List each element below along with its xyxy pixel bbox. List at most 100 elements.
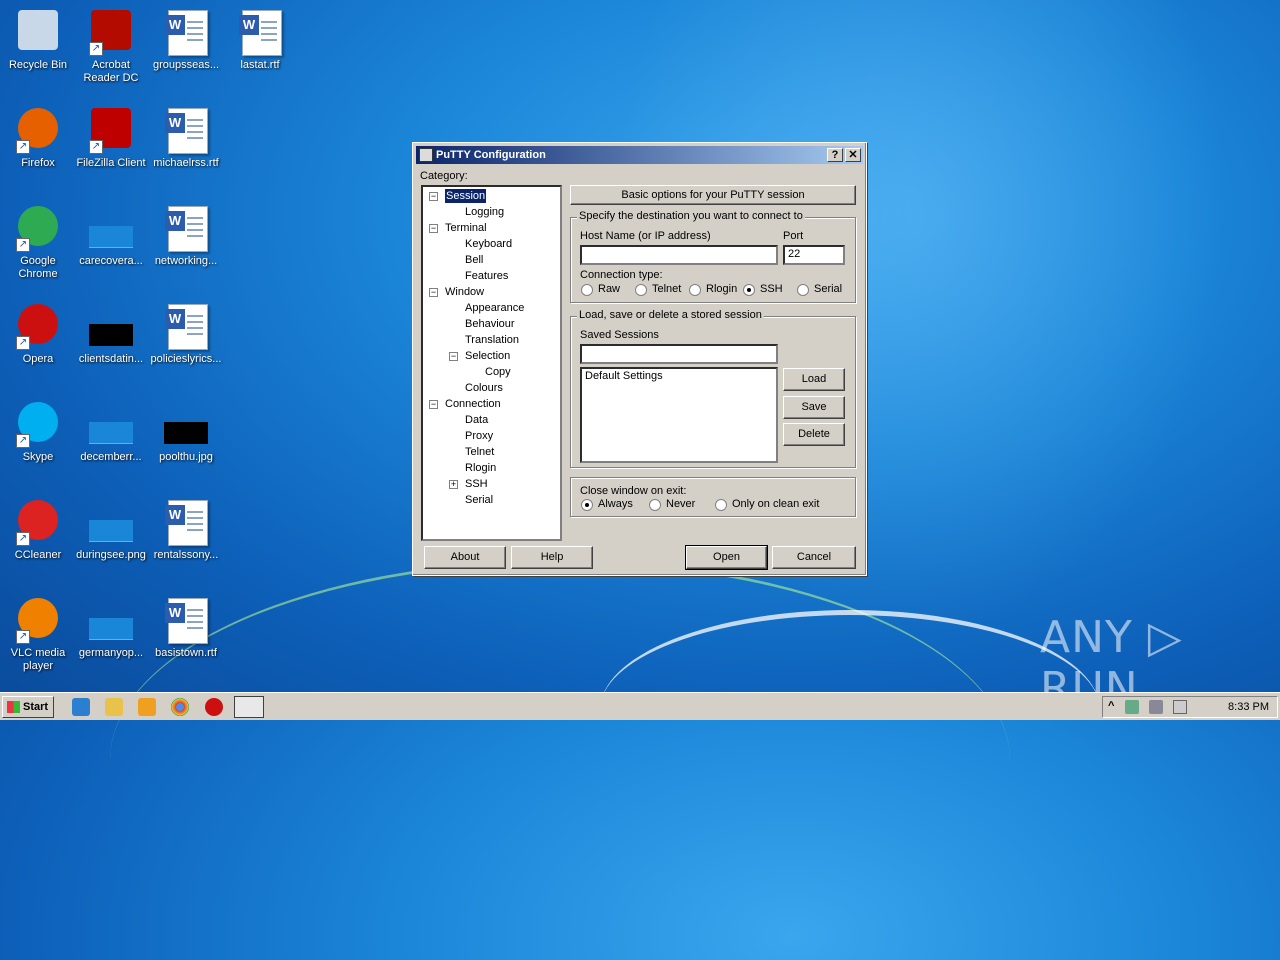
ie-icon[interactable] — [72, 698, 90, 716]
explorer-icon[interactable] — [105, 698, 123, 716]
desktop-icon[interactable]: decemberr... — [73, 400, 149, 464]
opera-taskbar-icon[interactable] — [205, 698, 223, 716]
desktop-icon[interactable]: Wmichaelrss.rtf — [148, 106, 224, 170]
desktop-icon[interactable]: clientsdatin... — [73, 302, 149, 366]
conn-type-radio-label[interactable]: Serial — [814, 283, 842, 295]
tree-expander-icon[interactable]: − — [429, 400, 438, 409]
volume-icon[interactable] — [1149, 700, 1163, 714]
close-exit-radio-always[interactable] — [581, 499, 593, 511]
recycle-bin-icon — [14, 8, 62, 56]
desktop-icon[interactable]: ↗ FileZilla Client — [73, 106, 149, 170]
conn-type-radio-telnet[interactable] — [635, 284, 647, 296]
category-tree[interactable]: − Session Logging − Terminal Keyboard Bell Feat… — [421, 185, 562, 541]
delete-button[interactable]: Delete — [783, 423, 845, 446]
conn-type-radio-label[interactable]: Telnet — [652, 283, 681, 295]
desktop-icon[interactable]: Wlastat.rtf — [222, 8, 298, 72]
desktop-icon[interactable]: ↗ Opera — [0, 302, 76, 366]
conn-type-radio-raw[interactable] — [581, 284, 593, 296]
tree-item-window[interactable]: Window — [445, 285, 484, 299]
tree-item-connection[interactable]: Connection — [445, 397, 501, 411]
close-icon[interactable]: ✕ — [845, 148, 861, 162]
tray-expand-icon[interactable]: ^ — [1108, 700, 1114, 712]
desktop-icon[interactable]: ↗ VLC media player — [0, 596, 76, 673]
network-icon[interactable] — [1125, 700, 1139, 714]
media-player-icon[interactable] — [138, 698, 156, 716]
tree-item-rlogin[interactable]: Rlogin — [465, 461, 496, 475]
tree-expander-icon[interactable]: − — [449, 352, 458, 361]
desktop-icon[interactable]: Wgroupsseas... — [148, 8, 224, 72]
tree-item-keyboard[interactable]: Keyboard — [465, 237, 512, 251]
conn-type-radio-label[interactable]: Raw — [598, 283, 620, 295]
conn-type-radio-label[interactable]: SSH — [760, 283, 783, 295]
desktop-icon-label: lastat.rtf — [240, 59, 280, 71]
close-on-exit-label: Close window on exit: — [580, 485, 687, 497]
tree-item-selection[interactable]: Selection — [465, 349, 510, 363]
load-button[interactable]: Load — [783, 368, 845, 391]
desktop-icon[interactable]: Wnetworking... — [148, 204, 224, 268]
tree-item-serial[interactable]: Serial — [465, 493, 493, 507]
action-center-flag-icon[interactable] — [1173, 700, 1187, 714]
desktop-icon[interactable]: Wpolicieslyrics... — [148, 302, 224, 366]
help-icon[interactable]: ? — [827, 148, 843, 162]
tree-item-logging[interactable]: Logging — [465, 205, 504, 219]
desktop-icon[interactable]: poolthu.jpg — [148, 400, 224, 464]
close-exit-radio-never[interactable] — [649, 499, 661, 511]
desktop-icon[interactable]: ↗ Skype — [0, 400, 76, 464]
desktop-icon[interactable]: Recycle Bin — [0, 8, 76, 72]
tree-expander-icon[interactable]: − — [429, 192, 438, 201]
title-bar[interactable]: PuTTY Configuration ? ✕ — [416, 146, 863, 164]
saved-sessions-input[interactable] — [580, 344, 778, 364]
desktop-icon[interactable]: ↗ CCleaner — [0, 498, 76, 562]
desktop-icon-label: Skype — [22, 451, 54, 463]
desktop-icon[interactable]: duringsee.png — [73, 498, 149, 562]
close-exit-radio-label[interactable]: Always — [598, 498, 633, 510]
host-name-input[interactable] — [580, 245, 778, 265]
about-button[interactable]: About — [424, 546, 506, 569]
conn-type-radio-rlogin[interactable] — [689, 284, 701, 296]
tree-item-appearance[interactable]: Appearance — [465, 301, 524, 315]
desktop-icon[interactable]: ↗ Google Chrome — [0, 204, 76, 281]
help-button[interactable]: Help — [511, 546, 593, 569]
tree-item-data[interactable]: Data — [465, 413, 488, 427]
port-input[interactable]: 22 — [783, 245, 845, 265]
tree-item-colours[interactable]: Colours — [465, 381, 503, 395]
tree-item-translation[interactable]: Translation — [465, 333, 519, 347]
tree-item-features[interactable]: Features — [465, 269, 508, 283]
tree-item-terminal[interactable]: Terminal — [445, 221, 487, 235]
conn-type-radio-ssh[interactable] — [743, 284, 755, 296]
conn-type-radio-label[interactable]: Rlogin — [706, 283, 737, 295]
word-doc-icon: W — [162, 204, 210, 252]
close-exit-radio-label[interactable]: Only on clean exit — [732, 498, 819, 510]
save-button[interactable]: Save — [783, 396, 845, 419]
cancel-button[interactable]: Cancel — [772, 546, 856, 569]
tree-item-ssh[interactable]: SSH — [465, 477, 488, 491]
tree-item-session[interactable]: Session — [445, 189, 487, 203]
tree-expander-icon[interactable]: + — [449, 480, 458, 489]
close-exit-radio-label[interactable]: Never — [666, 498, 695, 510]
tree-item-proxy[interactable]: Proxy — [465, 429, 493, 443]
open-button[interactable]: Open — [685, 545, 768, 570]
tree-item-telnet[interactable]: Telnet — [465, 445, 494, 459]
desktop-icon[interactable]: ↗ Acrobat Reader DC — [73, 8, 149, 85]
tree-item-bell[interactable]: Bell — [465, 253, 483, 267]
desktop-icon-label: decemberr... — [80, 451, 142, 463]
session-item-default[interactable]: Default Settings — [585, 370, 773, 382]
desktop-icon[interactable]: Wbasistown.rtf — [148, 596, 224, 660]
tree-item-copy[interactable]: Copy — [485, 365, 511, 379]
start-button[interactable]: Start — [2, 696, 54, 718]
desktop-icon[interactable]: carecovera... — [73, 204, 149, 268]
chrome-taskbar-icon[interactable] — [171, 698, 189, 716]
tree-expander-icon[interactable]: − — [429, 288, 438, 297]
tree-expander-icon[interactable]: − — [429, 224, 438, 233]
sessions-list[interactable]: Default Settings — [580, 367, 778, 463]
shortcut-arrow-icon: ↗ — [16, 336, 30, 350]
connection-type-label: Connection type: — [580, 269, 663, 281]
conn-type-radio-serial[interactable] — [797, 284, 809, 296]
desktop-icon[interactable]: germanyop... — [73, 596, 149, 660]
close-exit-radio-only-on-clean-exit[interactable] — [715, 499, 727, 511]
desktop-icon[interactable]: ↗ Firefox — [0, 106, 76, 170]
putty-taskbar-icon[interactable] — [234, 696, 264, 718]
desktop-icon[interactable]: Wrentalssony... — [148, 498, 224, 562]
clock[interactable]: 8:33 PM — [1228, 701, 1269, 713]
tree-item-behaviour[interactable]: Behaviour — [465, 317, 515, 331]
